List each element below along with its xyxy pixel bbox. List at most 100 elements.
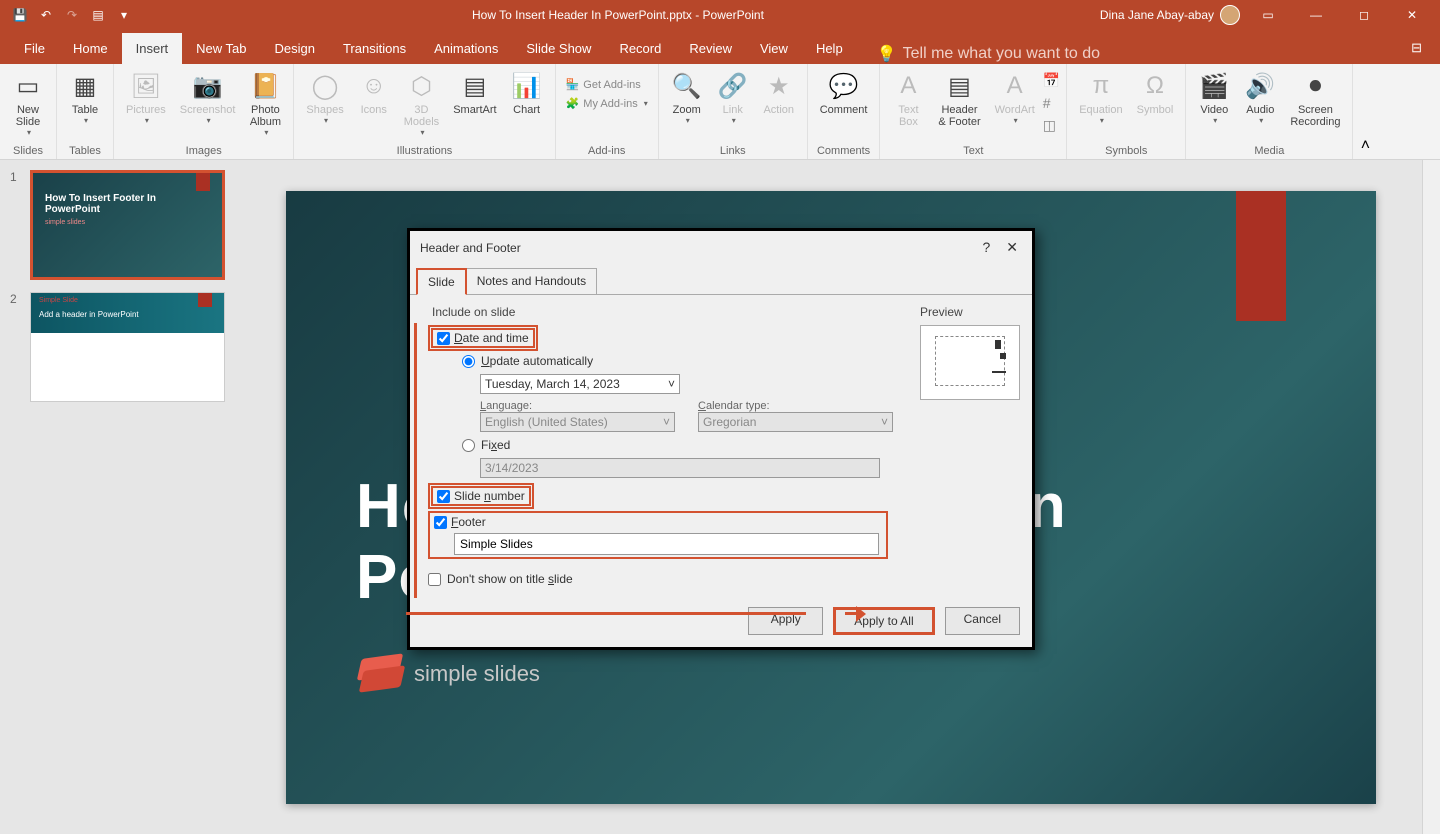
bookmark-icon	[196, 173, 210, 191]
my-addins-button[interactable]: 🧩My Add-ins ▾	[562, 95, 652, 112]
screenshot-button[interactable]: 📷 Screenshot▾	[174, 68, 242, 127]
link-button[interactable]: 🔗Link▾	[711, 68, 755, 127]
video-button[interactable]: 🎬Video▾	[1192, 68, 1236, 127]
language-select[interactable]: English (United States)˅	[480, 412, 675, 432]
titlebar: 💾 ↶ ↷ ▤ ▾ How To Insert Header In PowerP…	[0, 0, 1440, 30]
icons-button[interactable]: ☺Icons	[352, 68, 396, 118]
addins-icon: 🧩	[566, 97, 580, 110]
date-time-label: DDate and timeate and time	[454, 331, 529, 345]
smartart-button[interactable]: ▤SmartArt	[447, 68, 502, 118]
fixed-label: Fixed	[481, 438, 510, 452]
slide-logo: simple slides	[356, 654, 540, 694]
tab-record[interactable]: Record	[605, 33, 675, 64]
new-slide-button[interactable]: ▭ New Slide▾	[6, 68, 50, 139]
tab-slide[interactable]: Slide	[416, 268, 467, 295]
cancel-button[interactable]: Cancel	[945, 607, 1020, 635]
include-on-slide-label: Include on slide	[432, 305, 900, 319]
help-icon[interactable]: ?	[978, 239, 994, 256]
tab-notes-handouts[interactable]: Notes and Handouts	[466, 268, 597, 295]
undo-icon[interactable]: ↶	[34, 3, 58, 27]
tab-help[interactable]: Help	[802, 33, 857, 64]
qat-dropdown-icon[interactable]: ▾	[112, 3, 136, 27]
slide-thumbnails-panel: 1 How To Insert Footer In PowerPoint sim…	[0, 160, 240, 834]
zoom-button[interactable]: 🔍Zoom▾	[665, 68, 709, 127]
group-symbols: Symbols	[1073, 143, 1179, 157]
icons-icon: ☺	[358, 70, 390, 102]
symbol-icon: Ω	[1139, 70, 1171, 102]
shapes-icon: ◯	[309, 70, 341, 102]
dont-show-title-checkbox[interactable]	[428, 573, 441, 586]
save-icon[interactable]: 💾	[8, 3, 32, 27]
table-icon: ▦	[69, 70, 101, 102]
get-addins-button[interactable]: 🏪Get Add-ins	[562, 76, 652, 93]
action-button[interactable]: ★Action	[757, 68, 801, 118]
audio-button[interactable]: 🔊Audio▾	[1238, 68, 1282, 127]
tab-newtab[interactable]: New Tab	[182, 33, 260, 64]
update-auto-radio[interactable]	[462, 355, 475, 368]
chart-button[interactable]: 📊Chart	[505, 68, 549, 118]
store-icon: 🏪	[566, 78, 580, 91]
shapes-button[interactable]: ◯Shapes▾	[300, 68, 349, 127]
close-icon[interactable]: ✕	[1002, 239, 1022, 256]
user-account[interactable]: Dina Jane Abay-abay	[1100, 5, 1240, 25]
tab-file[interactable]: File	[10, 33, 59, 64]
fixed-date-input[interactable]: 3/14/2023	[480, 458, 880, 478]
footer-checkbox[interactable]	[434, 516, 447, 529]
tab-transitions[interactable]: Transitions	[329, 33, 420, 64]
text-box-button[interactable]: AText Box	[886, 68, 930, 130]
tab-design[interactable]: Design	[261, 33, 329, 64]
vertical-scrollbar[interactable]	[1422, 160, 1440, 834]
group-illustrations: Illustrations	[300, 143, 548, 157]
equation-button[interactable]: πEquation▾	[1073, 68, 1128, 127]
chevron-down-icon: ˅	[668, 377, 675, 391]
group-media: Media	[1192, 143, 1346, 157]
preview-box	[920, 325, 1020, 400]
object-icon[interactable]: ◫	[1043, 117, 1060, 134]
tab-review[interactable]: Review	[675, 33, 746, 64]
wordart-button[interactable]: AWordArt▾	[989, 68, 1041, 127]
header-footer-button[interactable]: ▤Header & Footer	[932, 68, 986, 130]
screenshot-icon: 📷	[192, 70, 224, 102]
photo-album-button[interactable]: 📔 Photo Album▾	[243, 68, 287, 139]
date-time-checkbox[interactable]	[437, 332, 450, 345]
footer-text-input[interactable]	[454, 533, 879, 555]
maximize-icon[interactable]: ◻	[1344, 0, 1384, 30]
slide-thumb-2[interactable]: 2 Simple Slide Add a header in PowerPoin…	[10, 292, 230, 402]
redo-icon[interactable]: ↷	[60, 3, 84, 27]
date-time-icon[interactable]: 📅	[1043, 72, 1060, 89]
collapse-ribbon-icon[interactable]: ˄	[1353, 64, 1377, 159]
share-icon[interactable]: ⊟	[1397, 32, 1440, 64]
update-auto-label: Update automatically	[481, 354, 593, 368]
group-comments: Comments	[814, 143, 874, 157]
header-footer-dialog: Header and Footer ? ✕ Slide Notes and Ha…	[407, 228, 1035, 650]
slide-number-icon[interactable]: #	[1043, 95, 1060, 111]
tab-insert[interactable]: Insert	[122, 33, 183, 64]
3d-models-button[interactable]: ⬡3D Models▾	[398, 68, 445, 139]
date-format-select[interactable]: Tuesday, March 14, 2023˅	[480, 374, 680, 394]
bookmark-icon	[1236, 191, 1286, 321]
screen-recording-button[interactable]: ⏺Screen Recording	[1284, 68, 1346, 130]
chart-icon: 📊	[511, 70, 543, 102]
minimize-icon[interactable]: —	[1296, 0, 1336, 30]
slide-thumb-1[interactable]: 1 How To Insert Footer In PowerPoint sim…	[10, 170, 230, 280]
tab-view[interactable]: View	[746, 33, 802, 64]
group-addins: Add-ins	[562, 143, 652, 157]
table-button[interactable]: ▦ Table▾	[63, 68, 107, 127]
symbol-button[interactable]: ΩSymbol	[1131, 68, 1180, 118]
fixed-radio[interactable]	[462, 439, 475, 452]
tab-animations[interactable]: Animations	[420, 33, 512, 64]
start-from-beginning-icon[interactable]: ▤	[86, 3, 110, 27]
lightbulb-icon: 💡	[877, 44, 897, 64]
comment-button[interactable]: 💬Comment	[814, 68, 874, 118]
logo-icon	[356, 654, 406, 694]
close-icon[interactable]: ✕	[1392, 0, 1432, 30]
user-name: Dina Jane Abay-abay	[1100, 8, 1214, 22]
pictures-button[interactable]: 🖼 Pictures▾	[120, 68, 172, 127]
tab-home[interactable]: Home	[59, 33, 122, 64]
action-icon: ★	[763, 70, 795, 102]
tell-me-search[interactable]: 💡 Tell me what you want to do	[877, 44, 1100, 64]
slide-number-checkbox[interactable]	[437, 490, 450, 503]
tab-slideshow[interactable]: Slide Show	[512, 33, 605, 64]
ribbon-options-icon[interactable]: ▭	[1248, 0, 1288, 30]
calendar-select[interactable]: Gregorian˅	[698, 412, 893, 432]
